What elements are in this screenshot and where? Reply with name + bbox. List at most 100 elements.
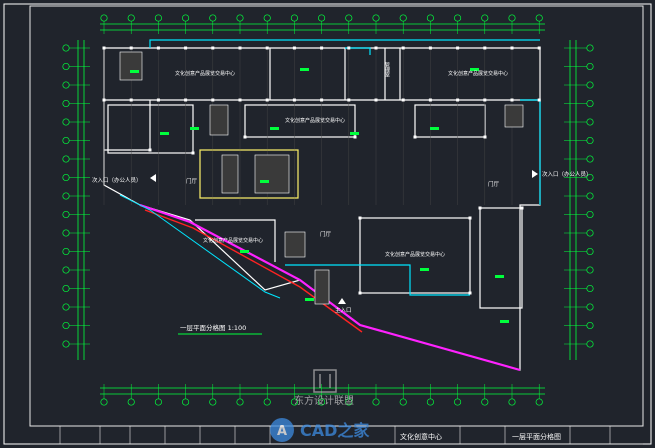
axis-bubble-left (62, 340, 70, 348)
column (320, 98, 324, 102)
axis-bubble-top (426, 14, 434, 22)
axis-bubble-left (62, 155, 70, 163)
axis-bubble-right (586, 321, 594, 330)
column (456, 98, 460, 102)
area-tag (260, 180, 269, 183)
axis-bubble-right (586, 284, 594, 293)
cad-viewport[interactable]: 文化创意产品展览交易中心 文化创意产品展览交易中心 文化创意产品展览交易中心 文… (0, 0, 655, 448)
area-tag (420, 268, 429, 271)
axis-bubble-bottom (454, 398, 462, 406)
column (238, 98, 242, 102)
arrow-main-entrance (338, 298, 346, 304)
entrance-right-label: 次入口（办公人员） (542, 170, 592, 178)
area-tag (430, 127, 439, 130)
title-block-sheet: 一层平面分格图 (512, 432, 561, 441)
stair-block-7 (314, 269, 330, 305)
area-tag (190, 127, 199, 130)
hall-left-label: 门厅 (186, 177, 198, 185)
axis-bubble-left (62, 266, 70, 274)
hall-center-label: 门厅 (320, 230, 332, 238)
column (374, 98, 378, 102)
column (265, 98, 269, 102)
axis-bubble-bottom (535, 398, 543, 406)
watermark: 东方设计联盟 A CAD之家 (270, 368, 420, 446)
arrow-right-entrance (532, 170, 538, 178)
axis-bubble-right (586, 247, 594, 256)
axis-bubble-bottom (236, 398, 244, 406)
column (456, 46, 460, 50)
column (211, 98, 215, 102)
axis-bubble-left (62, 192, 70, 200)
room-label-center: 文化创意产品展览交易中心 (285, 117, 345, 124)
axis-bubble-bottom (154, 398, 162, 406)
column (156, 98, 160, 102)
stair-block-6 (504, 104, 524, 128)
axis-bubbles-top (100, 14, 543, 34)
column (353, 135, 357, 139)
column (347, 98, 351, 102)
column (428, 46, 432, 50)
area-tag (240, 250, 249, 253)
stair-block-5 (284, 231, 306, 258)
area-tag (130, 70, 139, 73)
axis-bubble-right (586, 229, 594, 237)
axis-bubble-bottom (182, 398, 190, 406)
column (401, 98, 405, 102)
column (468, 291, 472, 295)
stair-block-1 (119, 51, 143, 81)
axis-bubble-right (586, 62, 594, 71)
axis-bubble-top (236, 14, 244, 22)
column (129, 98, 133, 102)
column (320, 46, 324, 50)
axis-bubble-right (586, 303, 594, 311)
column (510, 46, 514, 50)
column (401, 46, 405, 50)
axis-bubble-right (586, 81, 594, 89)
room-label-right-lower: 文化创意产品展览交易中心 (385, 251, 445, 258)
column (483, 135, 487, 139)
axis-bubble-bottom (426, 398, 434, 406)
axis-bubble-top (100, 14, 108, 22)
column (428, 98, 432, 102)
entrance-left-label: 次入口（办公人员） (92, 176, 142, 184)
column (520, 206, 524, 210)
axis-bubble-left (62, 62, 70, 71)
axis-bubble-top (263, 14, 271, 22)
axis-bubble-right (586, 155, 594, 163)
area-tag (350, 132, 359, 135)
column (265, 46, 269, 50)
axis-bubble-top (535, 14, 543, 22)
axis-bubble-top (290, 14, 298, 22)
watermark-brand-top: 东方设计联盟 (294, 394, 354, 407)
column (191, 151, 195, 155)
column (129, 46, 133, 50)
column (292, 98, 296, 102)
area-tag (160, 132, 169, 135)
room-label-left-lower: 文化创意产品展览交易中心 (203, 237, 263, 244)
hall-right-label: 门厅 (488, 180, 500, 188)
plan-scale-title: 一层平面分格图 1:100 (180, 323, 246, 332)
area-tag (300, 68, 309, 71)
column (510, 98, 514, 102)
area-tag (495, 275, 504, 278)
area-tag (270, 127, 279, 130)
column (478, 206, 482, 210)
watermark-logo-letter: A (277, 424, 287, 439)
axis-bubble-top (154, 14, 162, 22)
room-label-top-left: 文化创意产品展览交易中心 (175, 70, 235, 77)
facade-red (144, 209, 363, 333)
room-label-top-right: 文化创意产品展览交易中心 (448, 70, 508, 77)
column (243, 135, 247, 139)
axis-bubble-left (62, 210, 70, 219)
column (102, 98, 106, 102)
column (483, 46, 487, 50)
right-top-room (414, 104, 486, 138)
column (184, 98, 188, 102)
axis-bubble-top (372, 14, 380, 22)
outer-wall (103, 47, 541, 371)
axis-bubble-left (62, 247, 70, 256)
column (468, 216, 472, 220)
axis-bubble-bottom (209, 398, 217, 406)
axis-bubbles-left (62, 44, 90, 348)
column (537, 98, 541, 102)
